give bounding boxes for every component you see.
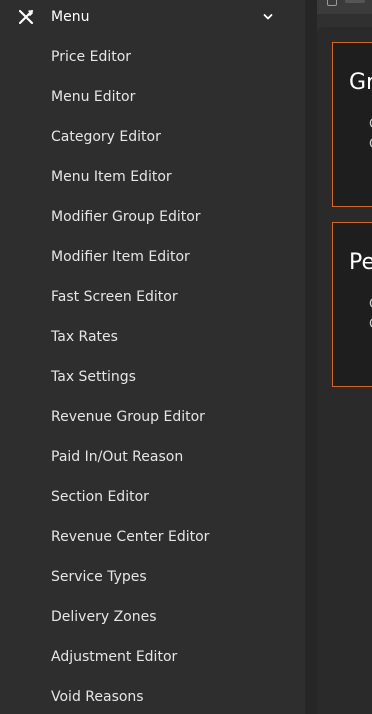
sidebar-item-revenue-group-editor[interactable]: Revenue Group Editor bbox=[0, 397, 305, 437]
sidebar-item-tax-rates[interactable]: Tax Rates bbox=[0, 317, 305, 357]
sidebar-item-adjustment-editor[interactable]: Adjustment Editor bbox=[0, 637, 305, 677]
top-toolbar-strip bbox=[317, 0, 372, 14]
sidebar-item-fast-screen-editor[interactable]: Fast Screen Editor bbox=[0, 277, 305, 317]
sidebar-menu-list: Price Editor Menu Editor Category Editor… bbox=[0, 37, 305, 714]
dashboard-card[interactable]: Pe C C bbox=[332, 222, 372, 387]
sidebar-item-delivery-zones[interactable]: Delivery Zones bbox=[0, 597, 305, 637]
sidebar-item-tax-settings[interactable]: Tax Settings bbox=[0, 357, 305, 397]
sidebar-menu-header[interactable]: Menu bbox=[0, 0, 305, 34]
sidebar-menu-label: Menu bbox=[51, 9, 90, 25]
select-checkbox[interactable] bbox=[327, 0, 337, 6]
sidebar-item-menu-item-editor[interactable]: Menu Item Editor bbox=[0, 157, 305, 197]
sidebar-item-price-editor[interactable]: Price Editor bbox=[0, 37, 305, 77]
sidebar-item-category-editor[interactable]: Category Editor bbox=[0, 117, 305, 157]
utensils-icon bbox=[18, 9, 34, 25]
sidebar-item-service-types[interactable]: Service Types bbox=[0, 557, 305, 597]
sidebar-item-void-reasons[interactable]: Void Reasons bbox=[0, 677, 305, 714]
chevron-down-icon[interactable] bbox=[262, 11, 274, 23]
card-title: Gr bbox=[349, 70, 372, 95]
sidebar-item-menu-editor[interactable]: Menu Editor bbox=[0, 77, 305, 117]
sidebar-item-modifier-item-editor[interactable]: Modifier Item Editor bbox=[0, 237, 305, 277]
sidebar-item-revenue-center-editor[interactable]: Revenue Center Editor bbox=[0, 517, 305, 557]
sidebar-item-paid-in-out-reason[interactable]: Paid In/Out Reason bbox=[0, 437, 305, 477]
sidebar-divider bbox=[305, 0, 317, 714]
toolbar-text-fragment bbox=[345, 0, 365, 3]
sidebar-item-modifier-group-editor[interactable]: Modifier Group Editor bbox=[0, 197, 305, 237]
card-title: Pe bbox=[349, 250, 372, 275]
app-window: Menu Price Editor Menu Editor Category E… bbox=[0, 0, 372, 714]
sidebar-item-section-editor[interactable]: Section Editor bbox=[0, 477, 305, 517]
sidebar: Menu Price Editor Menu Editor Category E… bbox=[0, 0, 305, 714]
dashboard-card[interactable]: Gr C C bbox=[332, 42, 372, 207]
